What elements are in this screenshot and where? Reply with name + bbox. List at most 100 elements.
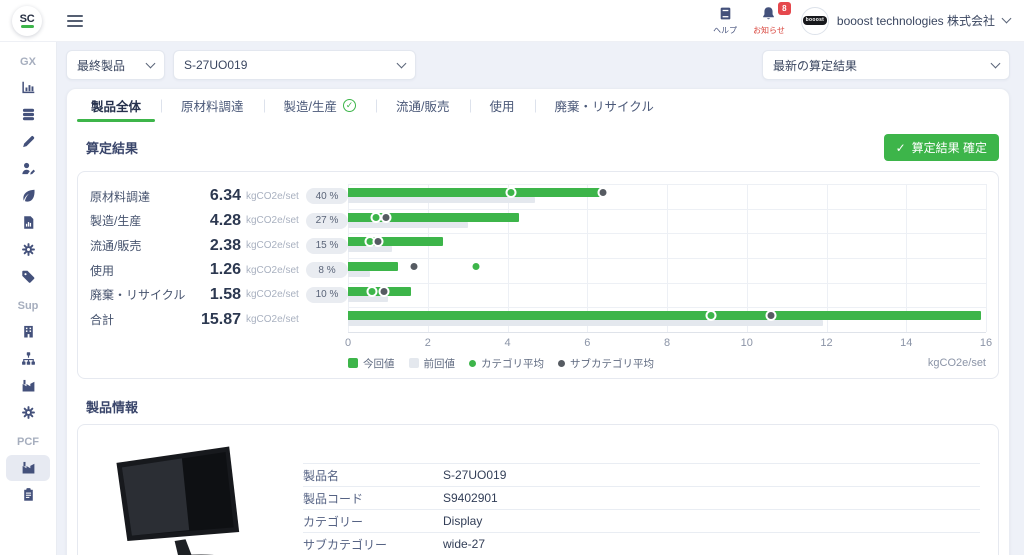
- current-value-bar: [348, 237, 443, 247]
- notifications-button[interactable]: 8 お知らせ: [753, 1, 791, 36]
- sidebar-item-gear[interactable]: [0, 399, 56, 426]
- calc-result-title: 算定結果: [86, 141, 139, 156]
- chevron-down-icon: [145, 58, 156, 68]
- category-average-dot: [372, 213, 380, 221]
- tab-label: 製品全体: [91, 100, 142, 114]
- gridline: [587, 184, 589, 332]
- tags-icon: [6, 264, 50, 290]
- clipboard-icon: [6, 482, 50, 508]
- product-field-label: カテゴリー: [303, 514, 364, 529]
- tab-label: 流通/販売: [396, 100, 450, 114]
- sidebar-item-bar-chart[interactable]: [0, 74, 56, 101]
- stage-value: 1.58: [209, 285, 241, 303]
- chart-x-axis: 0 2 4 6 8 10 12 14 16: [344, 337, 992, 352]
- legend-label: カテゴリ平均: [481, 357, 544, 370]
- subcategory-average-dot: [410, 263, 418, 270]
- gridline: [986, 184, 987, 332]
- x-axis-tick: 4: [504, 337, 511, 349]
- sidebar-item-leaf[interactable]: [0, 182, 56, 209]
- sidebar-item-pen[interactable]: [0, 128, 56, 155]
- lifecycle-tabs: 製品全体 原材料調達 製造/生産 ✓ 流通/販売 使用 廃棄・リサイクル: [67, 89, 1009, 122]
- product-field-row: サブカテゴリー wide-27: [303, 532, 980, 555]
- gridline: [826, 184, 828, 332]
- sidebar-item-sitemap[interactable]: [0, 345, 56, 372]
- sidebar-item-database[interactable]: [0, 101, 56, 128]
- tab-all-product[interactable]: 製品全体: [71, 89, 161, 122]
- product-field-value: S-27UO019: [443, 468, 507, 482]
- sidebar-item-tags[interactable]: [0, 263, 56, 290]
- stage-label: 廃棄・リサイクル: [90, 288, 186, 303]
- product-type-dropdown[interactable]: 最終製品: [66, 50, 165, 80]
- x-axis-tick: 0: [344, 337, 352, 349]
- tab-stage-1[interactable]: 原材料調達: [161, 89, 264, 122]
- category-average-dot: [507, 189, 515, 196]
- gridline: [348, 184, 349, 332]
- previous-value-bar: [348, 320, 823, 327]
- stage-percent-badge: 27 %: [306, 212, 348, 229]
- product-info-card: 製品名 S-27UO019 製品コード S9402901 カテゴリー Display サブカ…: [77, 424, 999, 555]
- stage-unit: kgCO2e/set: [246, 215, 299, 227]
- chart-row-5: 合計 15.87 kgCO2e/set: [90, 307, 348, 332]
- notification-badge: 8: [777, 1, 791, 15]
- product-image: [78, 425, 303, 555]
- filter-row: 最終製品 S-27UO019 最新の算定結果: [66, 42, 1010, 88]
- app-logo[interactable]: SC: [12, 5, 42, 36]
- legend-swatch: [558, 359, 565, 367]
- sidebar-item-clipboard[interactable]: [0, 481, 56, 508]
- stage-unit: kgCO2e/set: [246, 314, 299, 326]
- product-field-row: 製品名 S-27UO019: [303, 463, 980, 486]
- stage-percent-badge: 40 %: [306, 188, 348, 205]
- sitemap-icon: [6, 346, 50, 372]
- leaf-icon: [6, 183, 50, 209]
- current-value-bar: [348, 188, 601, 197]
- tab-stage-2[interactable]: 製造/生産 ✓: [264, 89, 376, 122]
- chart-unit-label: kgCO2e/set: [927, 357, 986, 369]
- monitor-image: [115, 446, 239, 555]
- content-panel: 製品全体 原材料調達 製造/生産 ✓ 流通/販売 使用 廃棄・リサイクル 算定結果 ✓ 算定…: [66, 88, 1010, 555]
- database-icon: [6, 102, 50, 128]
- sidebar-item-report[interactable]: [0, 209, 56, 236]
- stage-unit: kgCO2e/set: [246, 289, 299, 301]
- stage-percent-badge: 15 %: [306, 237, 348, 254]
- product-type-value: 最終製品: [77, 58, 126, 73]
- x-axis-tick: 16: [979, 337, 993, 349]
- previous-value-bar: [348, 246, 392, 253]
- tab-stage-5[interactable]: 廃棄・リサイクル: [535, 89, 674, 122]
- sidebar-item-gear[interactable]: [0, 236, 56, 263]
- stage-unit: kgCO2e/set: [246, 190, 299, 202]
- legend-item: 前回値: [408, 356, 455, 371]
- chevron-down-icon: [1001, 13, 1012, 24]
- account-menu[interactable]: booost booost technologies 株式会社: [800, 6, 1012, 35]
- x-axis-tick: 8: [663, 337, 671, 349]
- x-axis-tick: 6: [584, 337, 591, 349]
- chart-row-3: 使用 1.26 kgCO2e/set 8 %: [90, 258, 348, 283]
- check-icon: ✓: [895, 140, 906, 155]
- bell-icon: [761, 6, 776, 24]
- sidebar-item-user-edit[interactable]: [0, 155, 56, 182]
- report-icon: [6, 210, 50, 236]
- emissions-chart: 原材料調達 6.34 kgCO2e/set 40 % 製造/生産 4.28 kgCO2e/s…: [77, 171, 999, 379]
- product-dropdown[interactable]: S-27UO019: [173, 50, 416, 80]
- category-average-dot: [472, 263, 480, 270]
- menu-button[interactable]: [67, 14, 83, 27]
- tab-stage-4[interactable]: 使用: [470, 89, 535, 122]
- tab-label: 原材料調達: [181, 100, 244, 114]
- brand-logo: booost: [802, 16, 828, 25]
- stage-label: 使用: [90, 263, 115, 278]
- category-average-dot: [707, 312, 715, 320]
- product-field-row: カテゴリー Display: [303, 509, 980, 532]
- legend-swatch: [469, 359, 476, 367]
- help-button[interactable]: ヘルプ: [713, 6, 737, 36]
- subcategory-average-dot: [374, 238, 382, 246]
- product-field-label: 製品名: [303, 468, 340, 483]
- result-dropdown[interactable]: 最新の算定結果: [762, 50, 1010, 80]
- product-info-title: 製品情報: [86, 400, 139, 415]
- factory-icon: [6, 373, 50, 399]
- sidebar-item-building[interactable]: [0, 318, 56, 345]
- sidebar-item-factory[interactable]: [0, 454, 56, 481]
- stage-label: 合計: [90, 313, 115, 328]
- chart-plot-area: [348, 184, 987, 333]
- confirm-result-button[interactable]: ✓ 算定結果 確定: [883, 134, 999, 161]
- tab-stage-3[interactable]: 流通/販売: [376, 89, 469, 122]
- sidebar-item-factory[interactable]: [0, 372, 56, 399]
